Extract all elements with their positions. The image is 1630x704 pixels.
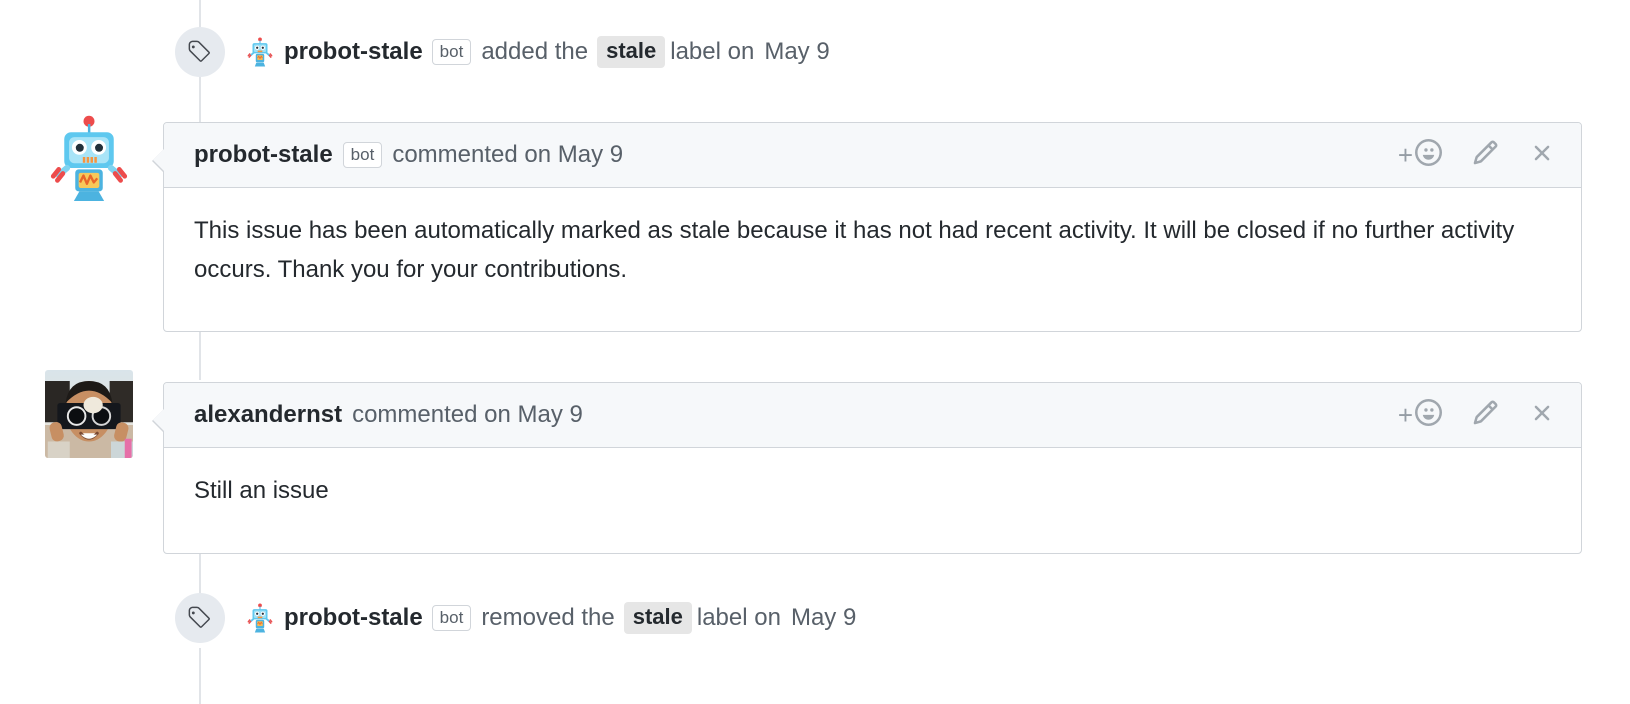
label-chip-stale[interactable]: stale <box>623 602 692 634</box>
comment-timestamp[interactable]: commented on May 9 <box>352 401 583 429</box>
comment-header: probot-stale bot commented on May 9 + <box>164 123 1581 188</box>
comment-actions: + <box>1398 139 1563 171</box>
comment-body-text: This issue has been automatically marked… <box>194 217 1515 283</box>
plus-sign: + <box>1397 400 1413 430</box>
edit-comment-button[interactable] <box>1472 139 1499 171</box>
avatar-probot-stale[interactable] <box>45 113 133 201</box>
comment-probot-stale: probot-stale bot commented on May 9 + Th… <box>152 122 1582 332</box>
add-reaction-button[interactable]: + <box>1398 399 1442 431</box>
timeline-suffix: label on <box>670 38 755 65</box>
timeline-event-text: probot-stale bot removed the stale label… <box>245 602 856 634</box>
smiley-icon <box>1415 399 1442 431</box>
comment-arrow-fill <box>153 409 164 431</box>
comment-arrow-fill <box>153 149 164 171</box>
pencil-icon <box>1472 139 1499 171</box>
comment-header: alexandernst commented on May 9 + <box>164 383 1581 448</box>
comment-body: Still an issue <box>164 448 1581 537</box>
add-reaction-button[interactable]: + <box>1398 139 1442 171</box>
comment-author[interactable]: probot-stale <box>194 141 333 169</box>
avatar-alexandernst[interactable] <box>45 370 133 458</box>
comment-actions: + <box>1398 399 1563 431</box>
smiley-icon <box>1415 139 1442 171</box>
comment-author[interactable]: alexandernst <box>194 401 342 429</box>
comment-body: This issue has been automatically marked… <box>164 188 1581 316</box>
timeline-date[interactable]: May 9 <box>791 606 856 630</box>
timeline-date[interactable]: May 9 <box>764 40 829 64</box>
timeline-verb: removed the <box>481 604 615 631</box>
timeline-suffix: label on <box>696 604 781 631</box>
bot-badge: bot <box>342 142 383 168</box>
label-chip-stale[interactable]: stale <box>597 36 666 68</box>
timeline-verb: added the <box>481 38 589 65</box>
edit-comment-button[interactable] <box>1472 399 1499 431</box>
tag-icon <box>175 593 225 643</box>
timeline-actor-name[interactable]: probot-stale <box>284 606 423 630</box>
plus-sign: + <box>1397 140 1413 170</box>
comment-alexandernst: alexandernst commented on May 9 + Still … <box>152 382 1582 554</box>
tag-icon <box>175 27 225 77</box>
x-icon <box>1529 400 1555 431</box>
bot-badge: bot <box>431 605 472 631</box>
comment-menu-close-button[interactable] <box>1529 400 1555 431</box>
x-icon <box>1529 140 1555 171</box>
timeline-rail-segment <box>199 648 201 704</box>
timeline-actor-name[interactable]: probot-stale <box>284 40 423 64</box>
comment-timestamp[interactable]: commented on May 9 <box>392 141 623 169</box>
probot-bot-icon <box>245 603 275 633</box>
bot-badge: bot <box>431 39 472 65</box>
comment-menu-close-button[interactable] <box>1529 140 1555 171</box>
probot-bot-icon <box>245 37 275 67</box>
timeline-event-text: probot-stale bot added the stale label o… <box>245 36 830 68</box>
timeline-rail-segment <box>199 0 201 30</box>
pencil-icon <box>1472 399 1499 431</box>
comment-body-text: Still an issue <box>194 477 329 504</box>
